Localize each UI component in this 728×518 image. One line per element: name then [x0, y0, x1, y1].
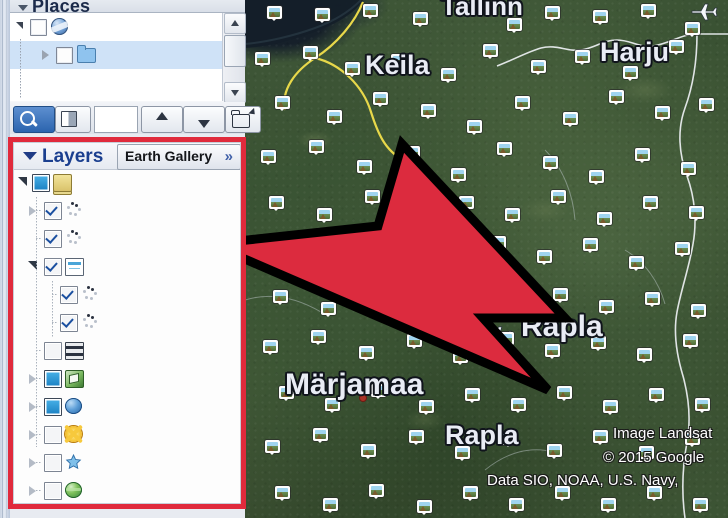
road-icon — [65, 342, 84, 360]
tree-guide-line — [20, 39, 21, 99]
layer-row[interactable] — [14, 225, 240, 253]
places-row-checkbox[interactable] — [30, 19, 47, 36]
places-scrollbar[interactable] — [222, 13, 246, 103]
places-tree-row[interactable] — [10, 13, 223, 41]
places-text-field[interactable] — [94, 106, 138, 133]
photo-icon — [65, 258, 84, 276]
layer-checkbox[interactable] — [44, 230, 62, 248]
screenshot-root: Tallinn Keila Harju Rapla Märjamaa Rapla Imag… — [0, 0, 728, 518]
search-toggle-button[interactable] — [13, 106, 55, 133]
places-row-checkbox[interactable] — [56, 47, 73, 64]
map-viewport[interactable]: Tallinn Keila Harju Rapla Märjamaa Rapla Imag… — [245, 0, 728, 518]
sun-icon — [65, 426, 82, 442]
places-tree[interactable] — [10, 13, 223, 101]
move-down-button[interactable] — [183, 106, 225, 133]
places-panel-header[interactable]: Places — [10, 0, 245, 16]
layer-checkbox[interactable] — [44, 370, 62, 388]
layer-row[interactable] — [14, 393, 240, 421]
twisty-closed-icon[interactable] — [42, 50, 49, 60]
green-globe-icon — [65, 482, 82, 498]
twisty-closed-icon[interactable] — [29, 206, 36, 216]
layer-row[interactable] — [14, 169, 240, 197]
google-earth-icon — [51, 18, 68, 35]
double-chevron-icon: » — [224, 148, 233, 165]
layers-guide-tick — [52, 322, 57, 323]
arrow-up-icon — [156, 111, 168, 120]
scroll-down-button[interactable] — [224, 82, 246, 103]
places-tree-row[interactable] — [10, 97, 223, 101]
layer-checkbox[interactable] — [60, 286, 78, 304]
layers-guide-tick — [52, 294, 57, 295]
layer-row[interactable] — [14, 309, 240, 337]
star-icon — [65, 453, 82, 470]
folder-icon — [77, 45, 96, 63]
twisty-open-icon[interactable] — [18, 177, 27, 186]
places-tree-row[interactable] — [10, 69, 223, 97]
layers-guide-tick — [36, 238, 41, 239]
database-icon — [53, 174, 72, 192]
layer-checkbox[interactable] — [44, 426, 62, 444]
layer-row[interactable] — [14, 253, 240, 281]
layer-checkbox[interactable] — [44, 398, 62, 416]
sidebar-panel-icon — [61, 111, 77, 127]
twisty-closed-icon[interactable] — [29, 458, 36, 468]
twisty-closed-icon[interactable] — [29, 486, 36, 496]
layer-checkbox[interactable] — [44, 202, 62, 220]
layers-guide-tick — [36, 434, 41, 435]
move-up-button[interactable] — [141, 106, 183, 133]
layer-row[interactable] — [14, 421, 240, 449]
layer-checkbox[interactable] — [44, 258, 62, 276]
layers-guide-tick — [36, 350, 41, 351]
layers-list[interactable] — [14, 169, 240, 503]
sidebar-divider-b — [6, 0, 7, 518]
dots-icon — [81, 286, 98, 302]
layer-row[interactable] — [14, 281, 240, 309]
red-arrow-annotation — [245, 135, 576, 395]
chevron-down-icon[interactable] — [18, 5, 28, 11]
places-toolbar[interactable] — [10, 102, 261, 134]
layers-guide-tick — [36, 490, 41, 491]
places-tree-row[interactable] — [10, 41, 223, 69]
building-icon — [65, 370, 84, 388]
layer-row[interactable] — [14, 449, 240, 477]
layer-checkbox[interactable] — [60, 314, 78, 332]
left-sidebar: Places Layers Earth Gallery » — [0, 0, 261, 518]
layers-panel: Layers Earth Gallery » — [13, 142, 241, 504]
layer-row[interactable] — [14, 197, 240, 225]
arrow-down-icon — [198, 119, 210, 128]
places-panel: Places — [10, 0, 246, 118]
layers-guide-line — [36, 197, 37, 447]
sidebar-divider-a — [2, 0, 3, 518]
dots-icon — [65, 202, 82, 218]
layers-guide-line — [52, 281, 53, 337]
ocean-globe-icon — [65, 398, 82, 414]
layers-guide-tick — [36, 462, 41, 463]
layers-guide-tick — [36, 378, 41, 379]
twisty-closed-icon[interactable] — [29, 402, 36, 412]
dots-icon — [65, 230, 82, 246]
layers-guide-tick — [36, 406, 41, 407]
twisty-open-icon[interactable] — [16, 22, 23, 29]
chevron-down-icon[interactable] — [23, 152, 37, 160]
search-icon — [20, 111, 35, 126]
earth-gallery-button[interactable]: Earth Gallery » — [117, 144, 240, 170]
scrollbar-thumb[interactable] — [224, 35, 246, 67]
layer-checkbox[interactable] — [32, 174, 50, 192]
layers-panel-title: Layers — [42, 146, 104, 167]
layers-panel-header[interactable]: Layers Earth Gallery » — [14, 143, 240, 170]
layers-guide-tick — [36, 210, 41, 211]
twisty-closed-icon[interactable] — [29, 430, 36, 440]
layer-checkbox[interactable] — [44, 482, 62, 500]
twisty-closed-icon[interactable] — [29, 374, 36, 384]
scroll-up-button[interactable] — [224, 13, 246, 34]
layer-row[interactable] — [14, 365, 240, 393]
layer-checkbox[interactable] — [44, 342, 62, 360]
layer-row[interactable] — [14, 337, 240, 365]
layer-checkbox[interactable] — [44, 454, 62, 472]
dots-icon — [81, 314, 98, 330]
earth-gallery-label: Earth Gallery — [125, 148, 213, 164]
layer-row[interactable] — [14, 477, 240, 503]
panel-toggle-button[interactable] — [55, 106, 91, 133]
